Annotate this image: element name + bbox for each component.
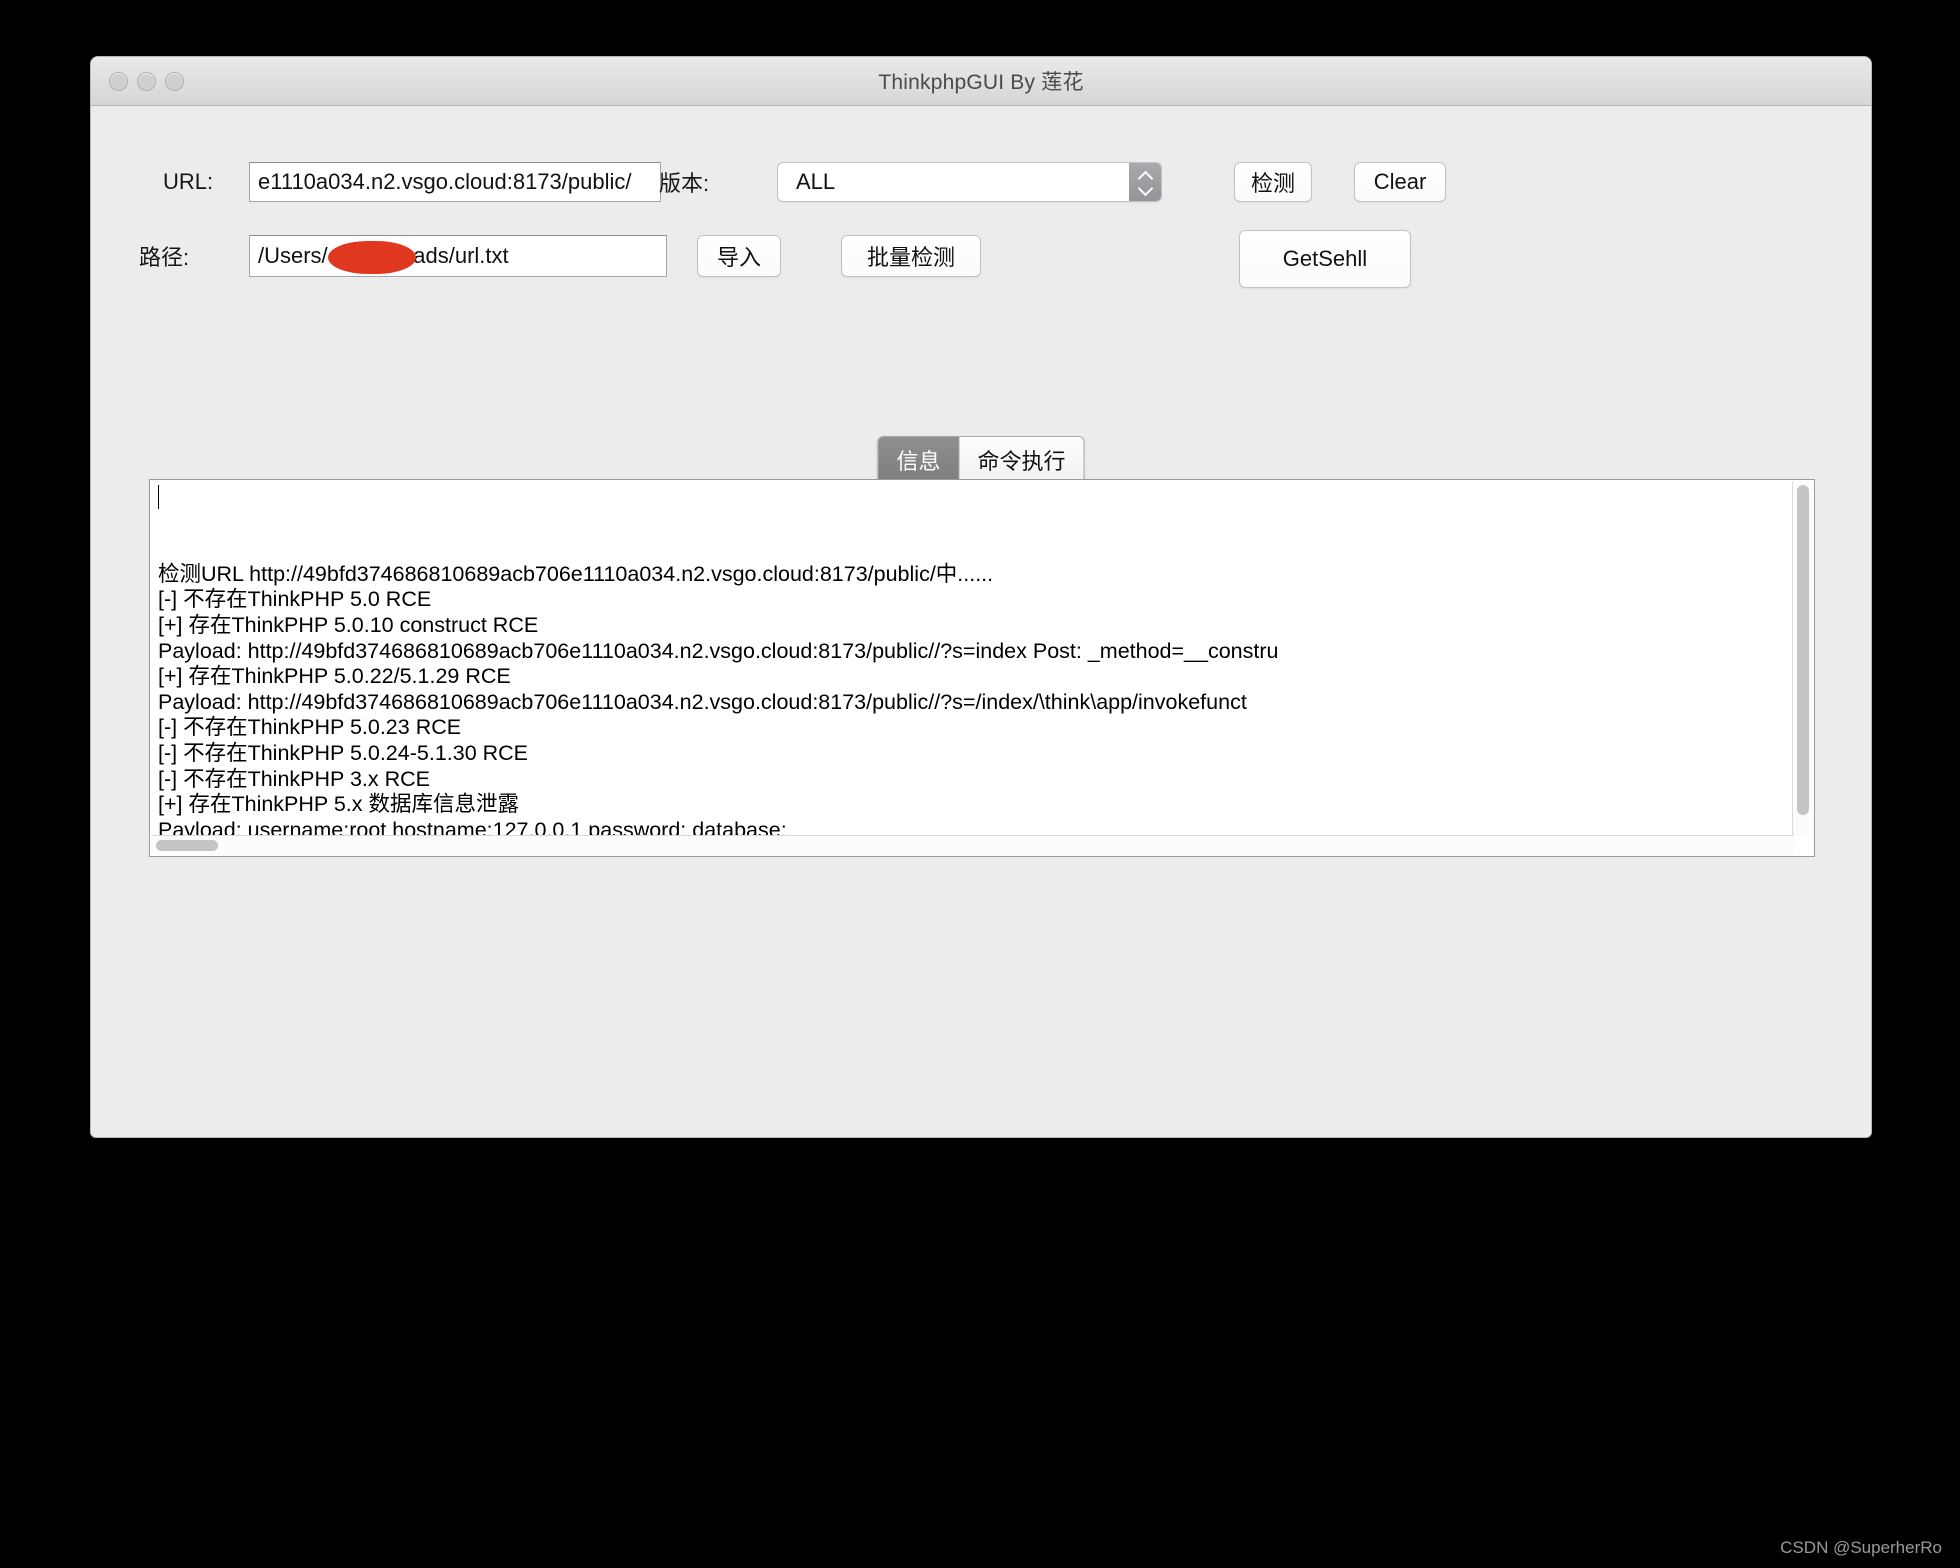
redaction-blob [328,241,416,274]
detect-button[interactable]: 检测 [1234,162,1312,202]
window-title: ThinkphpGUI By 莲花 [878,71,1084,94]
vertical-scrollbar[interactable] [1792,481,1813,836]
version-selected-value: ALL [796,169,836,194]
path-row: 路径: /Users/ /Downloads/url.txt 导入 批量检测 [139,235,981,277]
log-line: [-] 不存在ThinkPHP 5.0 RCE [158,587,432,612]
tab-info[interactable]: 信息 [878,437,959,483]
close-button[interactable] [109,71,128,91]
window-content: URL: e1110a034.n2.vsgo.cloud:8173/public… [91,106,1871,1137]
log-line: [-] 不存在ThinkPHP 5.0.23 RCE [158,715,462,740]
log-line: [+] 存在ThinkPHP 5.0.10 construct RCE [158,612,539,637]
version-row: 版本: ALL [659,162,1162,202]
horizontal-scrollbar[interactable] [151,835,1794,855]
app-window: ThinkphpGUI By 莲花 URL: e1110a034.n2.vsgo… [90,56,1872,1138]
window-controls[interactable] [109,57,184,105]
url-label: URL: [163,169,214,194]
log-line: Payload: http://49bfd374686810689acb706e… [158,689,1247,714]
version-label: 版本: [659,171,710,196]
log-line: Payload: username:root hostname:127.0.0.… [158,817,787,836]
tab-command-exec[interactable]: 命令执行 [958,437,1084,483]
url-row: URL: e1110a034.n2.vsgo.cloud:8173/public… [163,162,661,202]
version-select[interactable]: ALL [777,162,1162,202]
horizontal-scroll-thumb[interactable] [156,840,218,851]
log-text[interactable]: 检测URL http://49bfd374686810689acb706e111… [150,480,1792,836]
getshell-button[interactable]: GetSehll [1239,230,1411,288]
top-buttons: 检测 Clear [1234,162,1446,202]
log-line: 检测URL http://49bfd374686810689acb706e111… [158,561,994,586]
log-line: Payload: http://49bfd374686810689acb706e… [158,638,1279,663]
path-input[interactable]: /Users/ /Downloads/url.txt [249,235,667,277]
zoom-button[interactable] [165,71,184,91]
chevron-down-icon[interactable] [1139,185,1152,193]
vertical-scroll-thumb[interactable] [1797,485,1809,815]
url-input[interactable]: e1110a034.n2.vsgo.cloud:8173/public/ [249,162,661,202]
watermark: CSDN @SuperherRo [1780,1538,1942,1557]
log-panel: 检测URL http://49bfd374686810689acb706e111… [149,479,1815,857]
title-bar: ThinkphpGUI By 莲花 [91,57,1871,106]
import-button[interactable]: 导入 [697,235,781,277]
tab-bar: 信息 命令执行 [877,436,1085,484]
path-label: 路径: [139,245,190,270]
stepper-arrows[interactable] [1129,163,1161,201]
clear-button[interactable]: Clear [1354,162,1446,202]
log-line: [+] 存在ThinkPHP 5.0.22/5.1.29 RCE [158,664,511,689]
log-line: [-] 不存在ThinkPHP 3.x RCE [158,766,430,791]
text-caret [158,485,159,509]
minimize-button[interactable] [137,71,156,91]
log-line: [+] 存在ThinkPHP 5.x 数据库信息泄露 [158,792,519,817]
log-line: [-] 不存在ThinkPHP 5.0.24-5.1.30 RCE [158,740,529,765]
chevron-up-icon[interactable] [1139,172,1152,180]
batch-detect-button[interactable]: 批量检测 [841,235,981,277]
